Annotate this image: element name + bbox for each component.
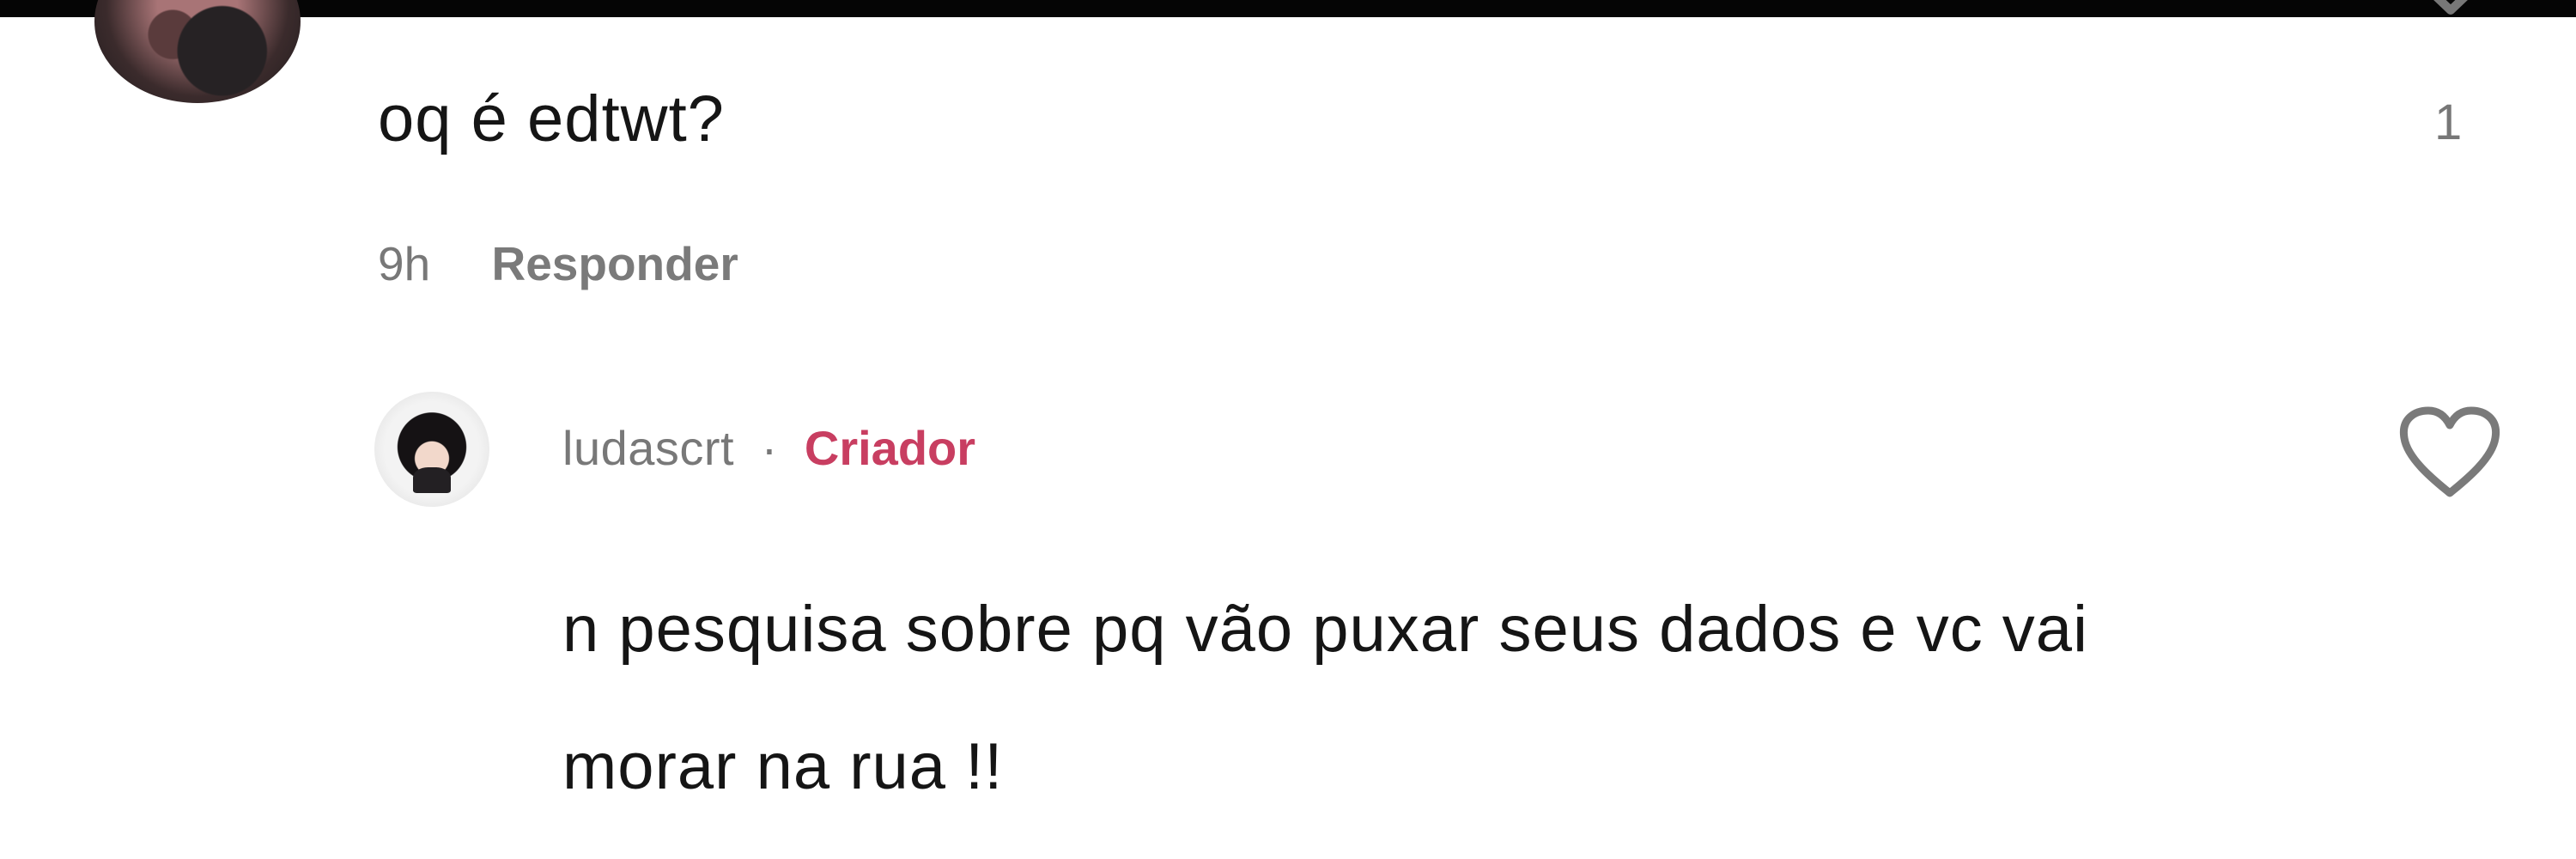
creator-badge: Criador (804, 421, 976, 475)
commenter-avatar[interactable] (94, 0, 301, 103)
reply-button[interactable]: Responder (491, 237, 738, 290)
heart-outline-icon[interactable] (2403, 0, 2499, 43)
like-count: 1 (2434, 94, 2463, 150)
creator-avatar[interactable] (374, 392, 489, 507)
reply-author-row: ludascrt · Criador (562, 419, 975, 478)
comment-text: oq é edtwt? (378, 82, 725, 155)
meta-separator: · (761, 421, 778, 475)
comment-thread: oq é edtwt? 9h Responder 1 ludascrt · Cr… (0, 0, 2576, 859)
comment-meta: 9h Responder (378, 237, 738, 290)
heart-outline-icon[interactable] (2392, 404, 2507, 503)
reply-username[interactable]: ludascrt (562, 421, 734, 475)
reply-text: n pesquisa sobre pq vão puxar seus dados… (562, 593, 2088, 803)
comment-time: 9h (378, 237, 431, 290)
top-divider (0, 0, 2576, 17)
